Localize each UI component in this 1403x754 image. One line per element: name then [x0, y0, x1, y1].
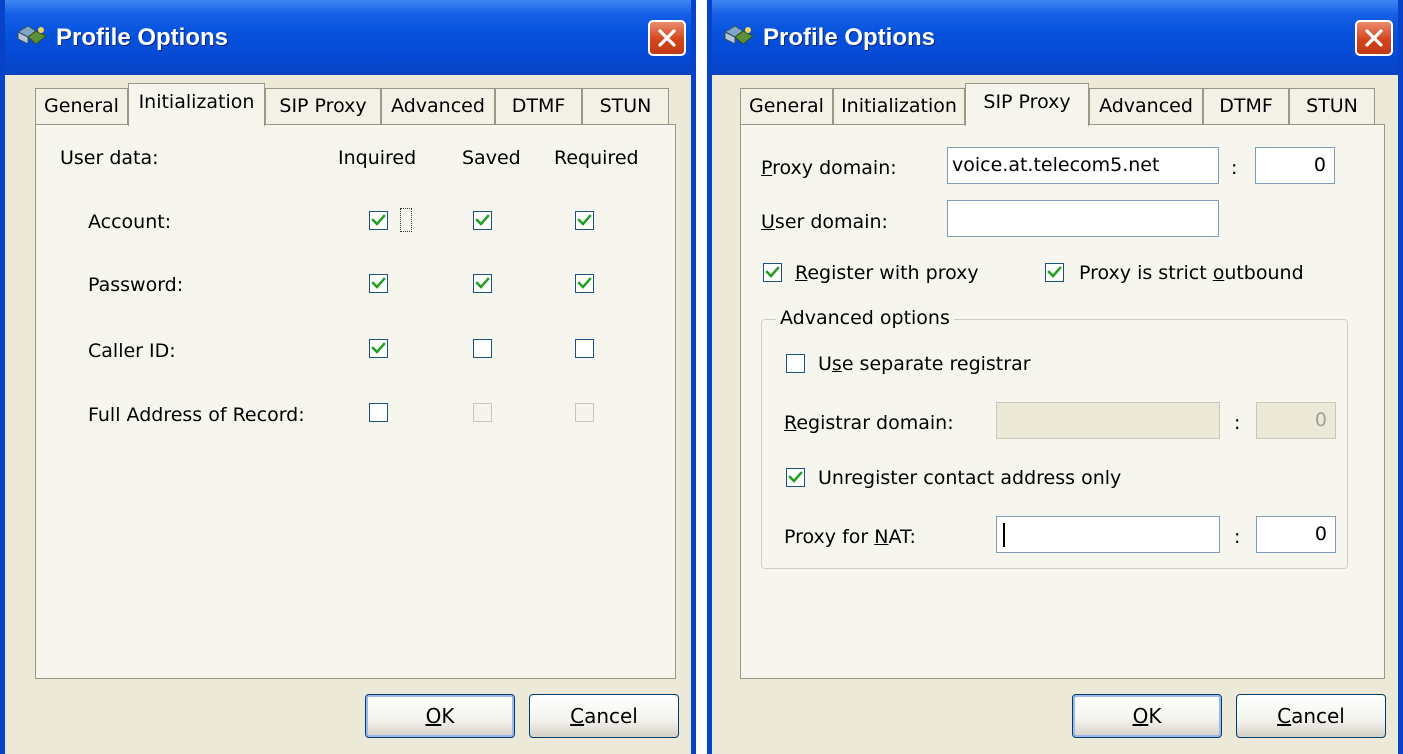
- port-separator: :: [1234, 526, 1241, 548]
- user-data-label: User data:: [60, 147, 159, 169]
- caller-id-saved-checkbox[interactable]: [473, 339, 492, 358]
- text-caret: [1003, 522, 1005, 547]
- tab-dtmf[interactable]: DTMF: [495, 88, 582, 125]
- checkmark-icon: [1047, 266, 1062, 278]
- close-button[interactable]: [648, 20, 686, 56]
- tab-advanced[interactable]: Advanced: [381, 88, 495, 125]
- advanced-options-group: Advanced options Use separate registrar …: [761, 307, 1348, 569]
- checkmark-icon: [371, 342, 386, 354]
- full-address-required-checkbox[interactable]: [575, 403, 594, 422]
- full-address-saved-checkbox[interactable]: [473, 403, 492, 422]
- unregister-contact-only-label: Unregister contact address only: [818, 467, 1122, 489]
- proxy-domain-label: Proxy domain:: [761, 157, 897, 179]
- app-icon: [16, 25, 47, 45]
- use-separate-registrar-checkbox[interactable]: [786, 354, 805, 373]
- strict-outbound-checkbox[interactable]: [1045, 263, 1064, 282]
- password-inquired-checkbox[interactable]: [369, 274, 388, 293]
- port-separator: :: [1231, 157, 1238, 179]
- unregister-contact-only-checkbox[interactable]: [786, 468, 805, 487]
- tab-sip-proxy[interactable]: SIP Proxy: [965, 83, 1089, 126]
- registrar-port-input[interactable]: 0: [1256, 402, 1336, 439]
- title-bar[interactable]: Profile Options: [5, 0, 691, 75]
- register-with-proxy-checkbox[interactable]: [763, 263, 782, 282]
- sip-proxy-panel: Proxy domain: voice.at.telecom5.net : 0 …: [740, 124, 1385, 679]
- tab-sip-proxy[interactable]: SIP Proxy: [265, 88, 381, 125]
- port-separator: :: [1234, 412, 1241, 434]
- cancel-button[interactable]: Cancel: [1236, 694, 1386, 738]
- dialog-title: Profile Options: [763, 24, 936, 51]
- use-separate-registrar-label: Use separate registrar: [818, 353, 1031, 375]
- checkmark-icon: [475, 214, 490, 226]
- proxy-for-nat-input[interactable]: [996, 516, 1220, 553]
- checkmark-icon: [788, 471, 803, 483]
- dialog-title: Profile Options: [56, 24, 229, 51]
- close-button[interactable]: [1355, 20, 1393, 56]
- checkmark-icon: [371, 214, 386, 226]
- proxy-domain-input[interactable]: voice.at.telecom5.net: [947, 147, 1219, 184]
- ok-button[interactable]: OK: [365, 694, 515, 738]
- profile-options-dialog-initialization: Profile Options General Initialization S…: [0, 0, 696, 754]
- checkmark-icon: [371, 277, 386, 289]
- password-saved-checkbox[interactable]: [473, 274, 492, 293]
- tab-general[interactable]: General: [35, 88, 128, 125]
- advanced-options-label: Advanced options: [776, 307, 954, 329]
- row-label-caller-id: Caller ID:: [88, 340, 176, 362]
- profile-options-dialog-sip-proxy: Profile Options General Initialization S…: [707, 0, 1403, 754]
- row-label-password: Password:: [88, 274, 184, 296]
- cancel-button[interactable]: Cancel: [529, 694, 679, 738]
- checkmark-icon: [475, 277, 490, 289]
- focus-indicator: [400, 208, 412, 232]
- account-saved-checkbox[interactable]: [473, 211, 492, 230]
- title-bar[interactable]: Profile Options: [712, 0, 1398, 75]
- ok-button[interactable]: OK: [1072, 694, 1222, 738]
- account-required-checkbox[interactable]: [575, 211, 594, 230]
- row-label-account: Account:: [88, 211, 172, 233]
- row-label-full-address-of-record: Full Address of Record:: [88, 404, 305, 426]
- proxy-for-nat-label: Proxy for NAT:: [784, 526, 916, 548]
- close-icon: [658, 29, 676, 47]
- tab-general[interactable]: General: [740, 88, 833, 125]
- nat-port-input[interactable]: 0: [1256, 516, 1336, 553]
- checkmark-icon: [765, 266, 780, 278]
- registrar-domain-label: Registrar domain:: [784, 412, 954, 434]
- tab-initialization[interactable]: Initialization: [128, 83, 265, 126]
- tab-stun[interactable]: STUN: [582, 88, 669, 125]
- account-inquired-checkbox[interactable]: [369, 211, 388, 230]
- proxy-port-input[interactable]: 0: [1255, 147, 1335, 184]
- full-address-inquired-checkbox[interactable]: [369, 403, 388, 422]
- user-domain-label: User domain:: [761, 211, 888, 233]
- register-with-proxy-label: Register with proxy: [795, 262, 979, 284]
- checkmark-icon: [577, 214, 592, 226]
- caller-id-required-checkbox[interactable]: [575, 339, 594, 358]
- tab-dtmf[interactable]: DTMF: [1203, 88, 1289, 125]
- app-icon: [723, 25, 754, 45]
- registrar-domain-input[interactable]: [996, 402, 1220, 439]
- close-icon: [1365, 29, 1383, 47]
- column-header-inquired: Inquired: [338, 147, 417, 169]
- column-header-required: Required: [554, 147, 639, 169]
- password-required-checkbox[interactable]: [575, 274, 594, 293]
- initialization-panel: User data: Inquired Saved Required Accou…: [35, 124, 676, 679]
- column-header-saved: Saved: [462, 147, 521, 169]
- user-domain-input[interactable]: [947, 200, 1219, 237]
- tab-stun[interactable]: STUN: [1289, 88, 1375, 125]
- caller-id-inquired-checkbox[interactable]: [369, 339, 388, 358]
- checkmark-icon: [577, 277, 592, 289]
- tab-advanced[interactable]: Advanced: [1089, 88, 1203, 125]
- tab-initialization[interactable]: Initialization: [833, 88, 965, 125]
- strict-outbound-label: Proxy is strict outbound: [1079, 262, 1304, 284]
